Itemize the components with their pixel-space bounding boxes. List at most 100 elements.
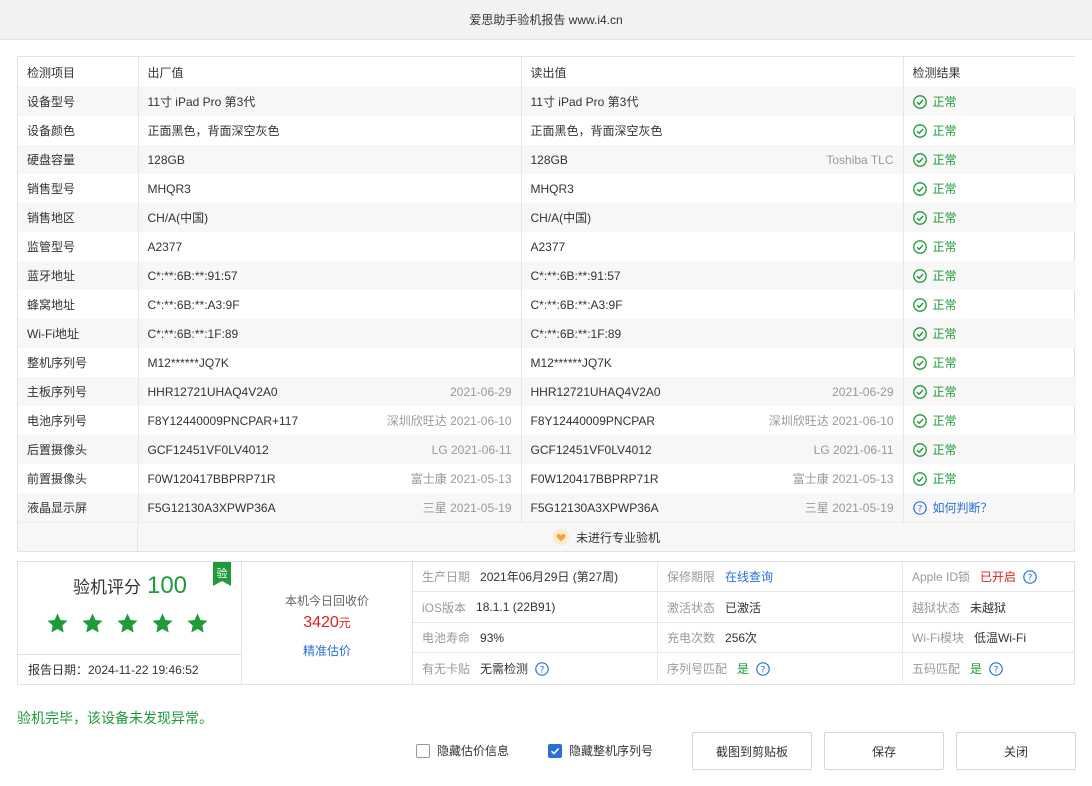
- factory-cell: 128GB: [138, 145, 522, 174]
- star-icon: [152, 613, 173, 633]
- detail-value: 低温Wi-Fi: [974, 631, 1026, 645]
- report-table-grid: 检测项目 出厂值 读出值 检测结果 设备型号 11寸 iPad Pro 第3代 11…: [18, 57, 1076, 522]
- table-row: 整机序列号 M12******JQ7K M12******JQ7K 正常: [18, 348, 1076, 377]
- check-circle-icon: [912, 297, 927, 312]
- read-cell: A2377: [521, 232, 904, 261]
- factory-cell: C*:**:6B:**:1F:89: [138, 319, 522, 348]
- score-line: 验机评分 100: [18, 572, 242, 600]
- checkbox-box[interactable]: [548, 743, 562, 758]
- factory-value: 128GB: [147, 152, 185, 167]
- question-circle-icon: ?: [912, 500, 927, 515]
- help-icon[interactable]: ?: [535, 661, 549, 676]
- factory-cell: F5G12130A3XPWP36A 三星 2021-05-19: [138, 493, 522, 522]
- factory-value: 11寸 iPad Pro 第3代: [147, 95, 256, 109]
- read-value: 128GB: [530, 152, 568, 167]
- item-name: 电池序列号: [18, 406, 139, 435]
- svg-text:?: ?: [1028, 573, 1033, 583]
- copy-screenshot-button[interactable]: 截图到剪贴板: [692, 732, 812, 770]
- item-name: 后置摄像头: [18, 435, 139, 464]
- check-circle-icon: [912, 210, 927, 225]
- table-row: 销售地区 CH/A(中国) CH/A(中国) 正常: [18, 203, 1076, 232]
- svg-text:?: ?: [761, 665, 766, 675]
- result-text: 正常: [932, 356, 957, 370]
- detail-value: 是: [737, 662, 750, 676]
- read-value: HHR12721UHAQ4V2A0: [530, 384, 661, 399]
- detail-value[interactable]: 在线查询: [725, 568, 773, 585]
- factory-meta: 2021-06-29: [450, 384, 512, 399]
- result-cell: 正常: [903, 116, 1076, 145]
- hide-price-label: 隐藏估价信息: [437, 744, 510, 758]
- factory-value: C*:**:6B:**:1F:89: [147, 326, 239, 341]
- hide-serial-checkbox[interactable]: 隐藏整机序列号: [548, 742, 653, 759]
- result-cell: 正常: [903, 290, 1076, 319]
- result-cell: 正常: [903, 203, 1076, 232]
- result-text[interactable]: 如何判断？: [933, 499, 993, 516]
- checkbox-box[interactable]: [416, 743, 430, 758]
- read-value: F5G12130A3XPWP36A: [530, 500, 659, 515]
- table-row: 电池序列号 F8Y12440009PNCPAR+117 深圳欣旺达 2021-06-…: [18, 406, 1076, 435]
- help-icon[interactable]: ?: [1023, 569, 1037, 584]
- result-ok: 正常: [912, 383, 1068, 400]
- footer-spacer: [18, 523, 138, 551]
- check-circle-icon: [912, 94, 927, 109]
- close-button[interactable]: 关闭: [956, 732, 1076, 770]
- save-button[interactable]: 保存: [824, 732, 944, 770]
- table-row: 前置摄像头 F0W120417BBPRP71R 富士康 2021-05-13 F0W1…: [18, 464, 1076, 493]
- help-icon[interactable]: ?: [756, 661, 770, 676]
- score-box: 验机评分 100 验 报告日期：2024-11-22 19:46:52: [18, 562, 242, 684]
- detail-value: 是: [970, 662, 983, 676]
- read-meta: 深圳欣旺达 2021-06-10: [768, 414, 894, 428]
- read-cell: C*:**:6B:**:A3:9F: [521, 290, 904, 319]
- result-ok: 正常: [912, 325, 1068, 342]
- factory-value: CH/A(中国): [147, 211, 209, 225]
- check-circle-icon: [912, 384, 927, 399]
- read-cell: HHR12721UHAQ4V2A0 2021-06-29: [521, 377, 904, 406]
- detail-cell: Wi-Fi模块 低温Wi-Fi: [903, 623, 1074, 653]
- read-value: M12******JQ7K: [530, 355, 612, 370]
- detail-value: 无需检测: [480, 662, 529, 676]
- table-row: 蜂窝地址 C*:**:6B:**:A3:9F C*:**:6B:**:A3:9F 正常: [18, 290, 1076, 319]
- read-cell: F0W120417BBPRP71R 富士康 2021-05-13: [521, 464, 904, 493]
- result-cell: 正常: [903, 319, 1076, 348]
- precise-estimate-link[interactable]: 精准估价: [242, 642, 412, 659]
- checkmark-icon: [550, 747, 560, 755]
- result-ok: 正常: [912, 470, 1068, 487]
- check-circle-icon: [912, 268, 927, 283]
- item-name: Wi-Fi地址: [18, 319, 139, 348]
- factory-cell: F8Y12440009PNCPAR+117 深圳欣旺达 2021-06-10: [138, 406, 522, 435]
- read-meta: LG 2021-06-11: [813, 442, 894, 457]
- detail-label: 保修期限: [667, 570, 716, 584]
- factory-cell: CH/A(中国): [138, 203, 522, 232]
- detail-label: 序列号匹配: [667, 662, 728, 676]
- table-header-row: 检测项目 出厂值 读出值 检测结果: [18, 57, 1076, 87]
- result-ok: 正常: [912, 209, 1068, 226]
- detail-value: 18.1.1 (22B91): [476, 600, 556, 614]
- detail-value: 2021年06月29日 (第27周): [480, 570, 619, 584]
- table-footer-row: 未进行专业验机: [18, 522, 1074, 551]
- factory-cell: MHQR3: [138, 174, 522, 203]
- detail-label: iOS版本: [422, 600, 467, 615]
- read-cell: F5G12130A3XPWP36A 三星 2021-05-19: [521, 493, 904, 522]
- table-row: 设备型号 11寸 iPad Pro 第3代 11寸 iPad Pro 第3代 正常: [18, 87, 1076, 116]
- hide-price-checkbox[interactable]: 隐藏估价信息: [416, 742, 509, 759]
- detail-cell: 五码匹配是?: [903, 654, 1074, 684]
- price-value-line: 3420元: [242, 614, 412, 632]
- result-cell: 正常: [903, 174, 1076, 203]
- read-cell: CH/A(中国): [521, 203, 904, 232]
- detail-cell[interactable]: 保修期限 在线查询: [658, 562, 903, 592]
- item-name: 前置摄像头: [18, 464, 139, 493]
- read-value: F8Y12440009PNCPAR: [530, 413, 656, 428]
- read-cell: MHQR3: [521, 174, 904, 203]
- hide-serial-label: 隐藏整机序列号: [569, 744, 654, 758]
- table-row: 监管型号 A2377 A2377 正常: [18, 232, 1076, 261]
- result-cell: 正常: [903, 232, 1076, 261]
- header-item: 检测项目: [18, 57, 139, 87]
- result-text: 正常: [932, 182, 957, 196]
- read-value: C*:**:6B:**:91:57: [530, 268, 621, 283]
- item-name: 设备颜色: [18, 116, 139, 145]
- heart-shield-icon: [552, 528, 570, 546]
- read-meta: 富士康 2021-05-13: [792, 472, 894, 486]
- check-circle-icon: [912, 471, 927, 486]
- how-to-judge-link[interactable]: ? 如何判断？: [912, 499, 1068, 516]
- help-icon[interactable]: ?: [989, 661, 1003, 676]
